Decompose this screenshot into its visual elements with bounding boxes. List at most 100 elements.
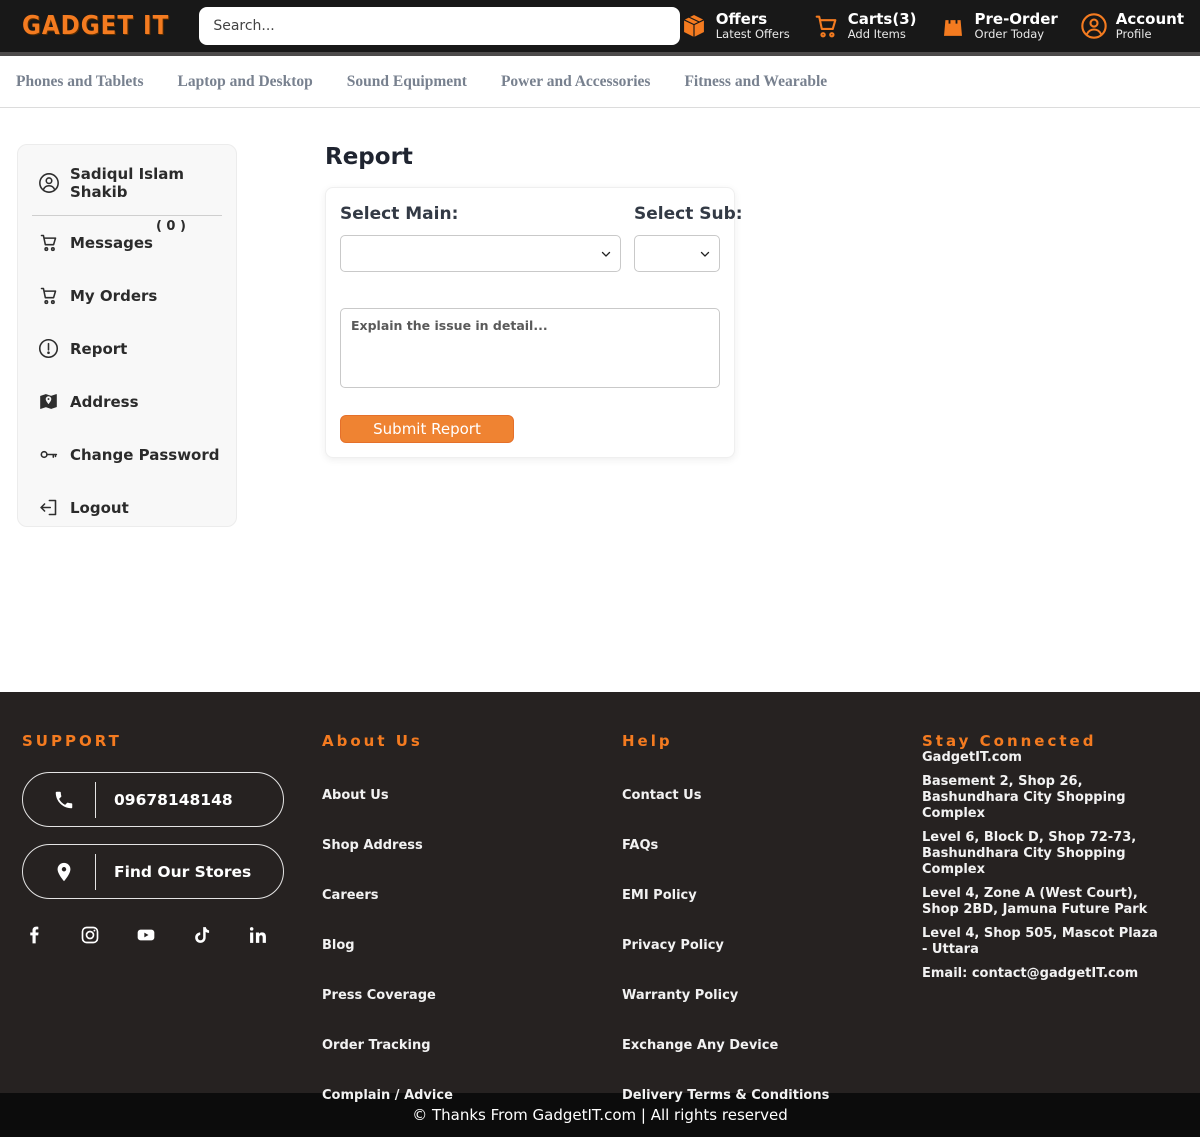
- search-input[interactable]: [199, 7, 679, 45]
- user-circle-icon: [38, 172, 60, 194]
- alert-circle-icon: [38, 338, 59, 359]
- cart-icon: [38, 285, 59, 306]
- pill-divider: [95, 782, 96, 818]
- facebook-icon[interactable]: [24, 925, 44, 945]
- sidebar-user: Sadiqul Islam Shakib: [32, 161, 222, 216]
- issue-detail-textarea[interactable]: [340, 308, 720, 388]
- sidebar-item-label: My Orders: [70, 287, 157, 305]
- youtube-icon[interactable]: [136, 925, 156, 945]
- sidebar-item-label: Messages ( 0 ): [70, 234, 153, 252]
- logout-icon: [38, 497, 59, 518]
- account-subtitle: Profile: [1116, 28, 1184, 41]
- preorder-title: Pre-Order: [975, 11, 1058, 28]
- report-section: Report Select Main: Select Sub:: [325, 144, 735, 458]
- nav-sound-equipment[interactable]: Sound Equipment: [347, 73, 467, 91]
- phone-button[interactable]: 09678148148: [22, 772, 284, 827]
- footer-link-order-tracking[interactable]: Order Tracking: [322, 1038, 431, 1053]
- bag-icon: [939, 12, 967, 40]
- footer-link-blog[interactable]: Blog: [322, 938, 355, 953]
- footer-link-emi-policy[interactable]: EMI Policy: [622, 888, 697, 903]
- about-us-heading: About Us: [322, 732, 622, 750]
- sidebar-item-label: Logout: [70, 499, 129, 517]
- carts-title: Carts(3): [848, 11, 917, 28]
- category-nav: Phones and Tablets Laptop and Desktop So…: [0, 56, 1200, 108]
- page-content: Sadiqul Islam Shakib Messages ( 0 ) My O…: [0, 108, 1200, 692]
- footer-about-column: About Us About Us Shop Address Careers B…: [322, 732, 622, 1093]
- header-actions: Offers Latest Offers Carts(3) Add Items …: [680, 11, 1184, 41]
- account-title: Account: [1116, 11, 1184, 28]
- store-address: Level 6, Block D, Shop 72-73, Bashundhar…: [922, 830, 1162, 878]
- select-labels-row: Select Main: Select Sub:: [340, 204, 720, 272]
- sidebar-item-report[interactable]: Report: [32, 322, 222, 375]
- messages-count-badge: ( 0 ): [156, 219, 186, 234]
- key-icon: [38, 444, 59, 465]
- submit-report-button[interactable]: Submit Report: [340, 415, 514, 443]
- footer-link-contact-us[interactable]: Contact Us: [622, 788, 701, 803]
- select-main-label: Select Main:: [340, 204, 621, 224]
- sidebar-item-my-orders[interactable]: My Orders: [32, 269, 222, 322]
- brand-logo[interactable]: GADGET IT: [22, 11, 169, 40]
- footer-link-privacy-policy[interactable]: Privacy Policy: [622, 938, 724, 953]
- store-address: Basement 2, Shop 26, Bashundhara City Sh…: [922, 774, 1162, 822]
- map-icon: [38, 391, 59, 412]
- pill-divider: [95, 854, 96, 890]
- user-name: Sadiqul Islam Shakib: [70, 165, 216, 201]
- offers-title: Offers: [716, 11, 790, 28]
- account-sidebar: Sadiqul Islam Shakib Messages ( 0 ) My O…: [17, 144, 237, 527]
- footer-support-column: SUPPORT 09678148148 Find Our Stores: [22, 732, 322, 1093]
- carts-subtitle: Add Items: [848, 28, 917, 41]
- help-heading: Help: [622, 732, 922, 750]
- tiktok-icon[interactable]: [192, 925, 212, 945]
- nav-phones-tablets[interactable]: Phones and Tablets: [16, 73, 144, 91]
- find-stores-button[interactable]: Find Our Stores: [22, 844, 284, 899]
- nav-fitness-wearable[interactable]: Fitness and Wearable: [684, 73, 827, 91]
- footer-link-press-coverage[interactable]: Press Coverage: [322, 988, 436, 1003]
- contact-email: Email: contact@gadgetIT.com: [922, 966, 1162, 982]
- sidebar-item-logout[interactable]: Logout: [32, 481, 222, 534]
- stay-connected-heading: Stay Connected: [922, 732, 1178, 750]
- top-header: GADGET IT Offers Latest Offers Carts(3) …: [0, 0, 1200, 52]
- instagram-icon[interactable]: [80, 925, 100, 945]
- preorder-subtitle: Order Today: [975, 28, 1058, 41]
- footer-stay-connected-column: Stay Connected GadgetIT.com Basement 2, …: [922, 732, 1178, 1093]
- phone-number: 09678148148: [114, 791, 233, 809]
- support-heading: SUPPORT: [22, 732, 322, 750]
- footer-link-delivery-terms[interactable]: Delivery Terms & Conditions: [622, 1088, 829, 1103]
- connected-site: GadgetIT.com: [922, 750, 1162, 766]
- account-button[interactable]: Account Profile: [1080, 11, 1184, 41]
- offers-button[interactable]: Offers Latest Offers: [680, 11, 790, 41]
- copyright-text: © Thanks From GadgetIT.com | All rights …: [412, 1106, 788, 1124]
- package-icon: [680, 12, 708, 40]
- footer-link-faqs[interactable]: FAQs: [622, 838, 658, 853]
- social-links: [22, 925, 322, 945]
- store-address: Level 4, Shop 505, Mascot Plaza - Uttara: [922, 926, 1162, 958]
- offers-subtitle: Latest Offers: [716, 28, 790, 41]
- footer-help-column: Help Contact Us FAQs EMI Policy Privacy …: [622, 732, 922, 1093]
- footer-link-careers[interactable]: Careers: [322, 888, 379, 903]
- nav-power-accessories[interactable]: Power and Accessories: [501, 73, 651, 91]
- preorder-button[interactable]: Pre-Order Order Today: [939, 11, 1058, 41]
- footer-link-about-us[interactable]: About Us: [322, 788, 389, 803]
- footer-link-shop-address[interactable]: Shop Address: [322, 838, 423, 853]
- footer-link-warranty-policy[interactable]: Warranty Policy: [622, 988, 738, 1003]
- footer-link-complain-advice[interactable]: Complain / Advice: [322, 1088, 453, 1103]
- select-sub-label: Select Sub:: [634, 204, 720, 224]
- footer: SUPPORT 09678148148 Find Our Stores: [0, 692, 1200, 1093]
- find-stores-label: Find Our Stores: [114, 863, 251, 881]
- select-sub-dropdown[interactable]: [634, 235, 720, 272]
- footer-link-exchange-any-device[interactable]: Exchange Any Device: [622, 1038, 778, 1053]
- sidebar-item-change-password[interactable]: Change Password: [32, 428, 222, 481]
- store-address: Level 4, Zone A (West Court), Shop 2BD, …: [922, 886, 1162, 918]
- sidebar-item-address[interactable]: Address: [32, 375, 222, 428]
- sidebar-item-messages[interactable]: Messages ( 0 ): [32, 216, 222, 269]
- carts-button[interactable]: Carts(3) Add Items: [812, 11, 917, 41]
- sidebar-item-label: Report: [70, 340, 127, 358]
- cart-icon: [812, 12, 840, 40]
- location-pin-icon: [53, 861, 75, 883]
- select-main-dropdown[interactable]: [340, 235, 621, 272]
- report-form-card: Select Main: Select Sub:: [325, 187, 735, 458]
- page-title: Report: [325, 144, 735, 170]
- nav-laptop-desktop[interactable]: Laptop and Desktop: [178, 73, 313, 91]
- phone-icon: [53, 789, 75, 811]
- linkedin-icon[interactable]: [248, 925, 268, 945]
